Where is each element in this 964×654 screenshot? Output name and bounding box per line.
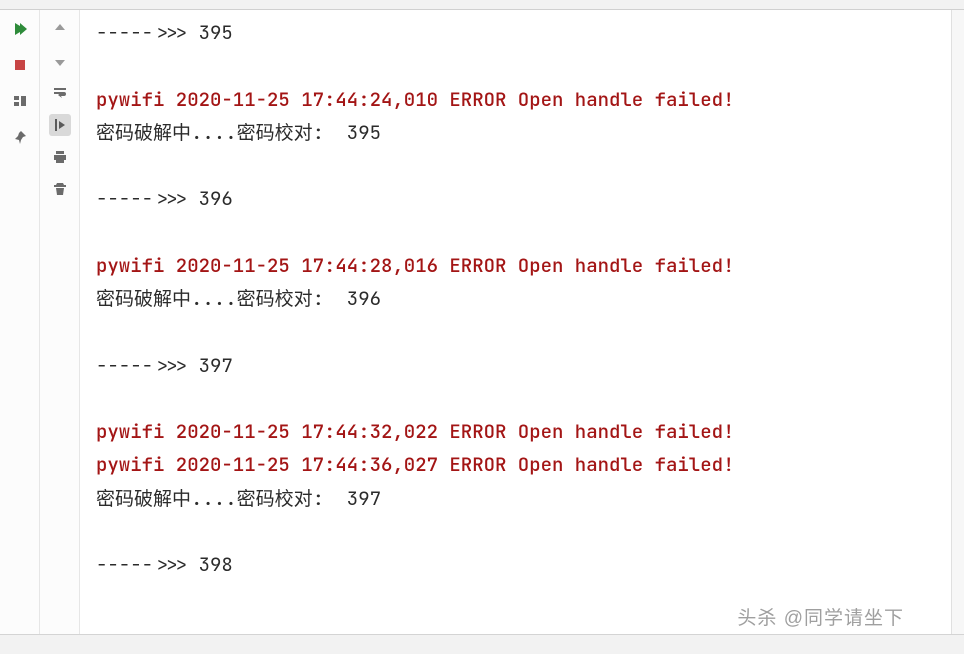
pin-icon[interactable]: [9, 126, 31, 148]
down-icon[interactable]: [49, 50, 71, 72]
console-line: ----->>> 398: [96, 548, 954, 581]
console-blank-line: [96, 382, 954, 415]
main-area: ----->>> 395 pywifi 2020-11-25 17:44:24,0…: [0, 10, 964, 634]
console-blank-line: [96, 216, 954, 249]
layout-icon[interactable]: [9, 90, 31, 112]
console-error-line: pywifi 2020-11-25 17:44:36,027 ERROR Ope…: [96, 448, 954, 481]
console-line: ----->>> 396: [96, 182, 954, 215]
console-line: 密码破解中....密码校对: 397: [96, 482, 954, 515]
console-output[interactable]: ----->>> 395 pywifi 2020-11-25 17:44:24,0…: [80, 10, 964, 634]
console-blank-line: [96, 315, 954, 348]
up-icon[interactable]: [49, 18, 71, 40]
console-error-line: pywifi 2020-11-25 17:44:32,022 ERROR Ope…: [96, 415, 954, 448]
console-line: 密码破解中....密码校对: 395: [96, 116, 954, 149]
rerun-icon[interactable]: [9, 18, 31, 40]
watermark-text: 头杀 @同学请坐下: [737, 603, 904, 630]
console-blank-line: [96, 149, 954, 182]
console-line: ----->>> 397: [96, 349, 954, 382]
run-toolbar-left: [0, 10, 40, 634]
trash-icon[interactable]: [49, 178, 71, 200]
run-toolbar-side: [40, 10, 80, 634]
soft-wrap-icon[interactable]: [49, 82, 71, 104]
bottom-toolbar: [0, 634, 964, 654]
print-icon[interactable]: [49, 146, 71, 168]
console-line: 密码破解中....密码校对: 396: [96, 282, 954, 315]
console-line: ----->>> 395: [96, 16, 954, 49]
vertical-scrollbar[interactable]: [951, 10, 964, 634]
scroll-to-end-icon[interactable]: [49, 114, 71, 136]
stop-icon[interactable]: [9, 54, 31, 76]
top-tabs-strip: [0, 0, 964, 10]
console-error-line: pywifi 2020-11-25 17:44:24,010 ERROR Ope…: [96, 83, 954, 116]
console-blank-line: [96, 49, 954, 82]
console-blank-line: [96, 515, 954, 548]
console-error-line: pywifi 2020-11-25 17:44:28,016 ERROR Ope…: [96, 249, 954, 282]
